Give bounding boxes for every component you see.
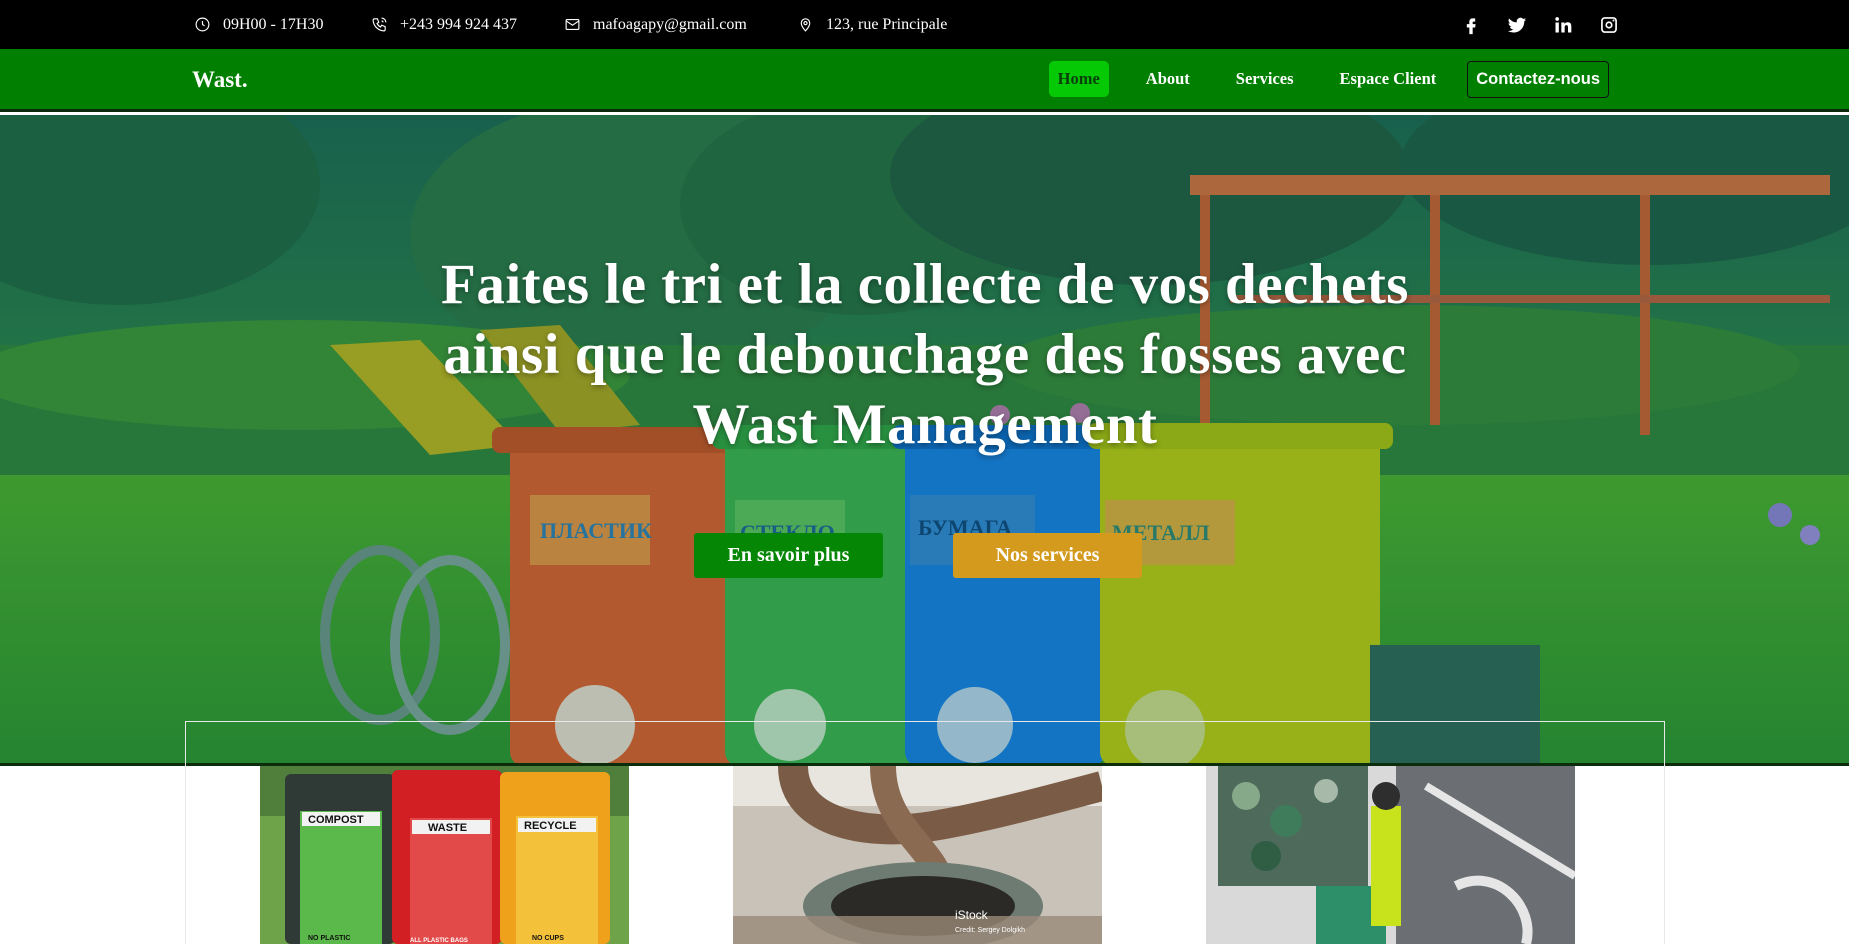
top-info-bar: 09H00 - 17H30 +243 994 924 437 mafoagapy… [0,0,1849,49]
mail-icon [565,18,580,31]
service-image-recycling-bins[interactable]: COMPOST WASTE RECYCLE NO PLASTIC ALL PLA… [260,766,629,944]
nav-item-about[interactable]: About [1137,61,1199,97]
address-text: 123, rue Principale [826,15,948,33]
nav-menu: Home About Services Espace Client Contac… [1021,60,1609,98]
nav-item-services[interactable]: Services [1227,61,1303,97]
nav-item-espace-client[interactable]: Espace Client [1331,61,1446,97]
hours-info: 09H00 - 17H30 [194,0,323,49]
hours-text: 09H00 - 17H30 [223,15,324,33]
bin-label-waste: WASTE [428,822,467,834]
brand-logo[interactable]: Wast. [192,67,248,93]
facebook-icon[interactable] [1461,15,1481,35]
bin-label-compost: COMPOST [308,814,364,826]
email-text[interactable]: mafoagapy@gmail.com [593,16,747,34]
istock-watermark: iStock [955,908,989,922]
email-info[interactable]: mafoagapy@gmail.com [564,0,747,49]
hero-section: ПЛАСТИК СТЕКЛО БУМАГА МЕТАЛЛ Faites le t… [0,115,1849,766]
bin-footer-no-cups: NO CUPS [532,935,564,942]
clock-icon [195,17,210,32]
service-image-garbage-collection[interactable] [1206,766,1575,944]
hero-title: Faites le tri et la collecte de vos dech… [441,253,1409,456]
address-info: 123, rue Principale [797,0,947,49]
location-pin-icon [800,18,811,32]
image-credit: Credit: Sergey Dolgikh [955,927,1025,934]
bin-label-recycle: RECYCLE [524,820,577,832]
bin-footer-all-plastic-bags: ALL PLASTIC BAGS [410,938,468,944]
service-image-sewer-unclogging[interactable]: iStock Credit: Sergey Dolgikh [733,766,1102,944]
linkedin-icon[interactable] [1553,15,1573,35]
phone-text[interactable]: +243 994 924 437 [400,16,517,34]
contact-button[interactable]: Contactez-nous [1467,60,1609,98]
instagram-icon[interactable] [1599,15,1619,35]
main-navbar: Wast. Home About Services Espace Client … [0,49,1849,112]
social-links [1461,0,1619,49]
twitter-icon[interactable] [1507,15,1527,35]
bin-footer-no-plastic: NO PLASTIC [308,935,350,942]
phone-icon [372,17,387,32]
nav-item-home[interactable]: Home [1048,61,1109,97]
phone-info[interactable]: +243 994 924 437 [371,0,517,49]
learn-more-button[interactable]: En savoir plus [694,533,883,578]
our-services-button[interactable]: Nos services [953,533,1142,578]
